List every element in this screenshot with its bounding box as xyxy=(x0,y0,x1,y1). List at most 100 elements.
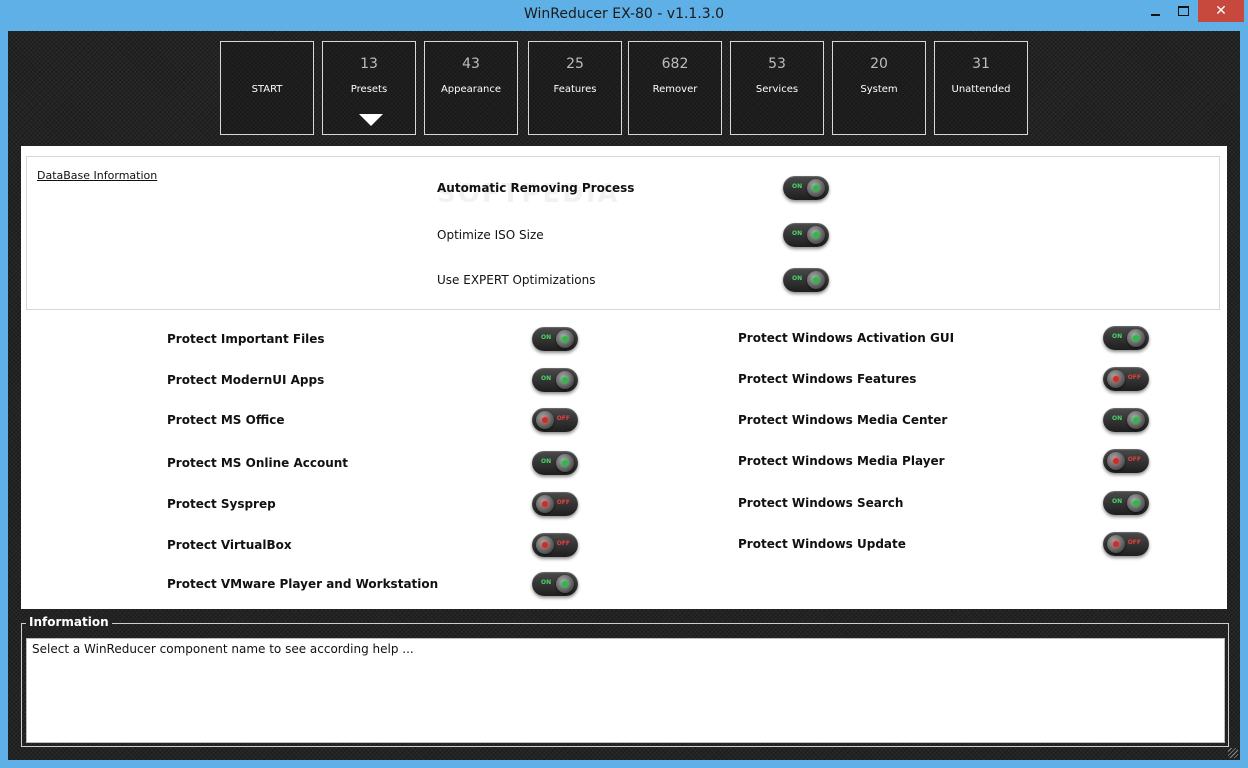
window-title: WinReducer EX-80 - v1.1.3.0 xyxy=(523,6,725,22)
tab-features[interactable]: 25 Features xyxy=(528,41,622,135)
protect-windows-update-label: Protect Windows Update xyxy=(738,537,906,551)
toggle-state-text: ON xyxy=(541,375,552,382)
tab-label: System xyxy=(860,84,898,95)
tab-system[interactable]: 20 System xyxy=(832,41,926,135)
protect-windows-search-toggle[interactable]: ON xyxy=(1103,491,1149,515)
information-text: Select a WinReducer component name to se… xyxy=(32,642,414,656)
protect-windows-features-label: Protect Windows Features xyxy=(738,372,917,386)
tab-unattended[interactable]: 31 Unattended xyxy=(934,41,1028,135)
maximize-button[interactable] xyxy=(1170,0,1196,22)
protect-modernui-apps-toggle[interactable]: ON xyxy=(532,368,578,392)
tab-remover[interactable]: 682 Remover xyxy=(628,41,722,135)
option-use-expert-optimizations-toggle[interactable]: ON xyxy=(783,268,829,292)
tab-count: 682 xyxy=(661,56,689,72)
protect-vmware-label: Protect VMware Player and Workstation xyxy=(167,577,439,591)
toggle-knob-icon xyxy=(1127,329,1145,347)
toggle-knob-icon xyxy=(1127,411,1145,429)
option-optimize-iso-size-label: Optimize ISO Size xyxy=(437,228,544,242)
database-options-box: SOFTPEDIA DataBase Information Automatic… xyxy=(26,156,1220,310)
tab-count: 25 xyxy=(566,56,584,72)
tab-label: Presets xyxy=(350,84,388,95)
protect-modernui-apps-label: Protect ModernUI Apps xyxy=(167,373,325,387)
toggle-knob-icon xyxy=(1127,494,1145,512)
toggle-knob-icon xyxy=(556,454,574,472)
toggle-state-text: ON xyxy=(792,183,803,190)
option-automatic-removing-process-toggle[interactable]: ON xyxy=(783,176,829,200)
close-icon: ✕ xyxy=(1215,3,1227,19)
toggle-state-text: OFF xyxy=(556,499,570,506)
toggle-knob-icon xyxy=(1107,370,1125,388)
tab-label: Appearance xyxy=(440,84,502,95)
protect-windows-activation-gui-label: Protect Windows Activation GUI xyxy=(738,331,955,345)
resize-grip-icon[interactable] xyxy=(1228,748,1238,758)
toggle-state-text: OFF xyxy=(1127,539,1141,546)
tab-presets[interactable]: 13 Presets xyxy=(322,41,416,135)
minimize-button[interactable] xyxy=(1142,0,1168,22)
information-textbox[interactable]: Select a WinReducer component name to se… xyxy=(26,638,1225,743)
tab-label: Unattended xyxy=(951,84,1011,95)
protect-ms-office-label: Protect MS Office xyxy=(167,413,285,427)
protect-virtualbox-label: Protect VirtualBox xyxy=(167,538,292,552)
protect-vmware-toggle[interactable]: ON xyxy=(532,572,578,596)
toggle-knob-icon xyxy=(536,495,554,513)
protect-ms-online-account-label: Protect MS Online Account xyxy=(167,456,349,470)
information-title: Information xyxy=(26,615,112,629)
title-bar: WinReducer EX-80 - v1.1.3.0 ✕ xyxy=(0,0,1248,31)
toggle-state-text: OFF xyxy=(1127,374,1141,381)
toggle-knob-icon xyxy=(807,226,825,244)
toggle-knob-icon xyxy=(1107,535,1125,553)
database-information-link[interactable]: DataBase Information xyxy=(37,169,157,182)
tab-count: 13 xyxy=(360,56,378,72)
protect-sysprep-toggle[interactable]: OFF xyxy=(532,492,578,516)
toggle-state-text: ON xyxy=(1112,415,1123,422)
tab-label: Remover xyxy=(652,84,698,95)
toggle-state-text: OFF xyxy=(556,540,570,547)
toggle-knob-icon xyxy=(556,371,574,389)
protect-ms-online-account-toggle[interactable]: ON xyxy=(532,451,578,475)
protect-important-files-label: Protect Important Files xyxy=(167,332,325,346)
protect-virtualbox-toggle[interactable]: OFF xyxy=(532,533,578,557)
protect-important-files-toggle[interactable]: ON xyxy=(532,327,578,351)
minimize-icon xyxy=(1150,14,1160,16)
tab-label: Services xyxy=(755,84,799,95)
tab-label: Features xyxy=(553,84,597,95)
tab-count: 43 xyxy=(462,56,480,72)
toggle-knob-icon xyxy=(807,179,825,197)
toggle-state-text: ON xyxy=(541,334,552,341)
toggle-state-text: ON xyxy=(792,275,803,282)
toggle-state-text: ON xyxy=(541,458,552,465)
app-client-area: START 13 Presets 43 Appearance 25 Featur… xyxy=(8,31,1240,760)
information-groupbox: Information Select a WinReducer componen… xyxy=(21,615,1229,747)
protect-windows-activation-gui-toggle[interactable]: ON xyxy=(1103,326,1149,350)
option-optimize-iso-size-toggle[interactable]: ON xyxy=(783,223,829,247)
maximize-icon xyxy=(1177,6,1189,16)
toggle-knob-icon xyxy=(556,575,574,593)
tab-services[interactable]: 53 Services xyxy=(730,41,824,135)
protect-windows-search-label: Protect Windows Search xyxy=(738,496,904,510)
protect-sysprep-label: Protect Sysprep xyxy=(167,497,276,511)
toggle-state-text: OFF xyxy=(1127,456,1141,463)
protect-windows-media-player-toggle[interactable]: OFF xyxy=(1103,449,1149,473)
toggle-knob-icon xyxy=(807,271,825,289)
protect-ms-office-toggle[interactable]: OFF xyxy=(532,408,578,432)
close-button[interactable]: ✕ xyxy=(1198,0,1244,22)
toggle-knob-icon xyxy=(536,536,554,554)
tab-appearance[interactable]: 43 Appearance xyxy=(424,41,518,135)
toggle-knob-icon xyxy=(1107,452,1125,470)
protect-windows-media-center-toggle[interactable]: ON xyxy=(1103,408,1149,432)
tab-start[interactable]: START xyxy=(220,41,314,135)
toggle-state-text: ON xyxy=(541,579,552,586)
toggle-state-text: ON xyxy=(1112,333,1123,340)
protect-windows-features-toggle[interactable]: OFF xyxy=(1103,367,1149,391)
presets-panel: SOFTPEDIA DataBase Information Automatic… xyxy=(21,146,1227,609)
toggle-state-text: OFF xyxy=(556,415,570,422)
toggle-knob-icon xyxy=(536,411,554,429)
tab-count: 20 xyxy=(870,56,888,72)
toggle-state-text: ON xyxy=(792,230,803,237)
protect-windows-update-toggle[interactable]: OFF xyxy=(1103,532,1149,556)
tab-label: START xyxy=(251,84,283,95)
protect-windows-media-player-label: Protect Windows Media Player xyxy=(738,454,945,468)
tab-count: 31 xyxy=(972,56,990,72)
option-automatic-removing-process-label: Automatic Removing Process xyxy=(437,181,635,195)
active-tab-caret-icon xyxy=(359,114,383,126)
